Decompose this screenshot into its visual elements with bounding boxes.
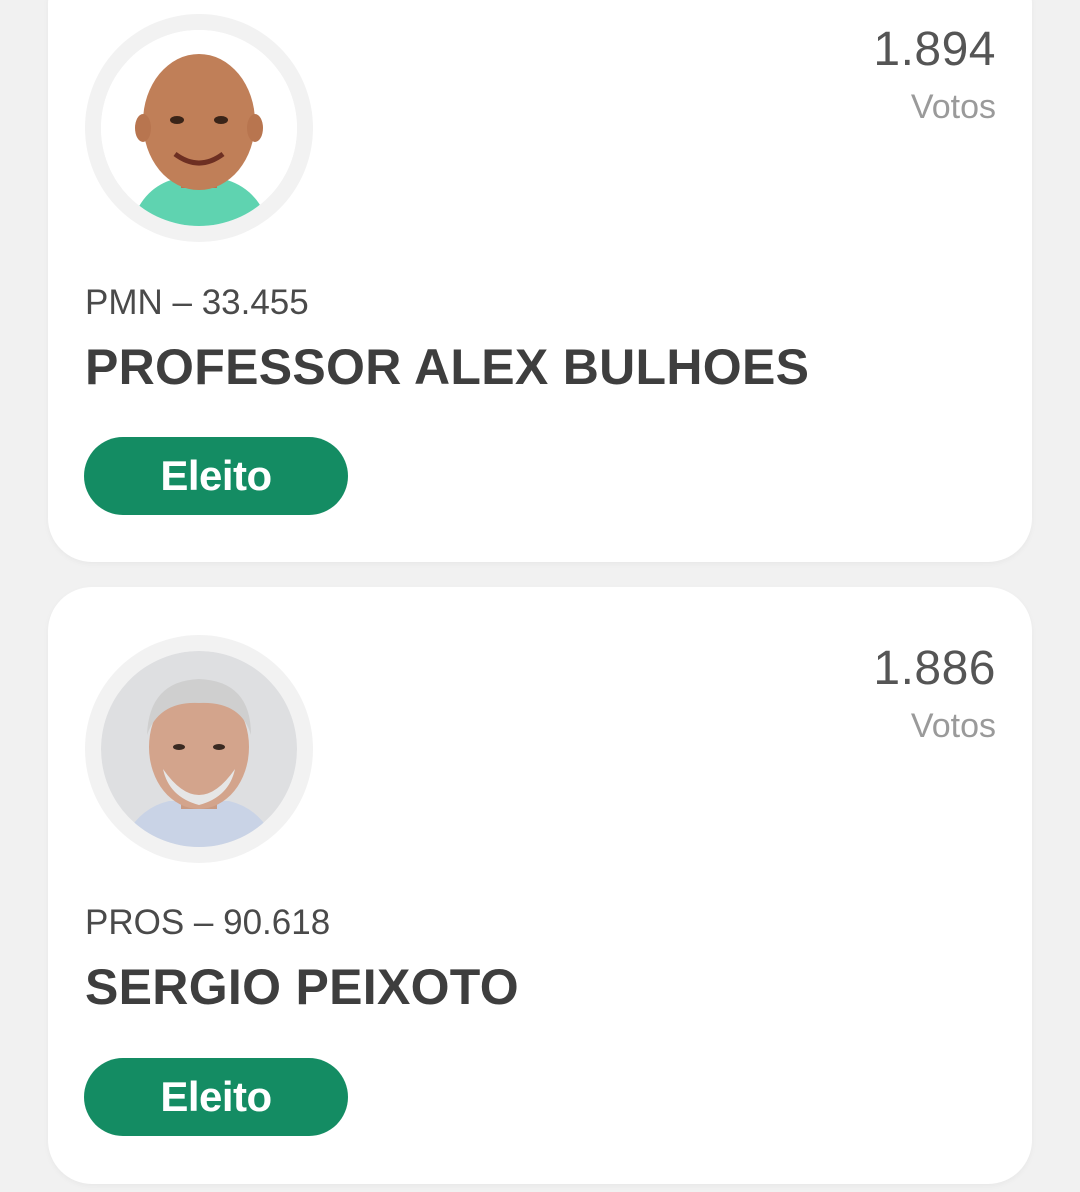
votes-count: 1.894 Votos xyxy=(873,23,996,126)
candidate-avatar xyxy=(85,635,313,863)
candidate-photo xyxy=(101,30,297,226)
votes-label: Votos xyxy=(910,707,996,745)
candidate-card[interactable]: 1.886 Votos PROS – 90.618 SERGIO PEIXOTO… xyxy=(48,587,1032,1184)
candidate-name: SERGIO PEIXOTO xyxy=(85,959,519,1015)
votes-number: 1.886 xyxy=(873,642,996,695)
votes-label: Votos xyxy=(910,88,996,126)
status-badge: Eleito xyxy=(84,437,348,515)
candidate-photo xyxy=(101,651,297,847)
candidate-card[interactable]: 1.894 Votos PMN – 33.455 PROFESSOR ALEX … xyxy=(48,0,1032,562)
votes-number: 1.894 xyxy=(873,23,996,76)
party-and-number: PROS – 90.618 xyxy=(85,903,331,942)
status-badge: Eleito xyxy=(84,1058,348,1136)
candidate-name: PROFESSOR ALEX BULHOES xyxy=(85,339,810,395)
party-and-number: PMN – 33.455 xyxy=(85,283,309,322)
candidate-avatar xyxy=(85,14,313,242)
votes-count: 1.886 Votos xyxy=(873,642,996,745)
